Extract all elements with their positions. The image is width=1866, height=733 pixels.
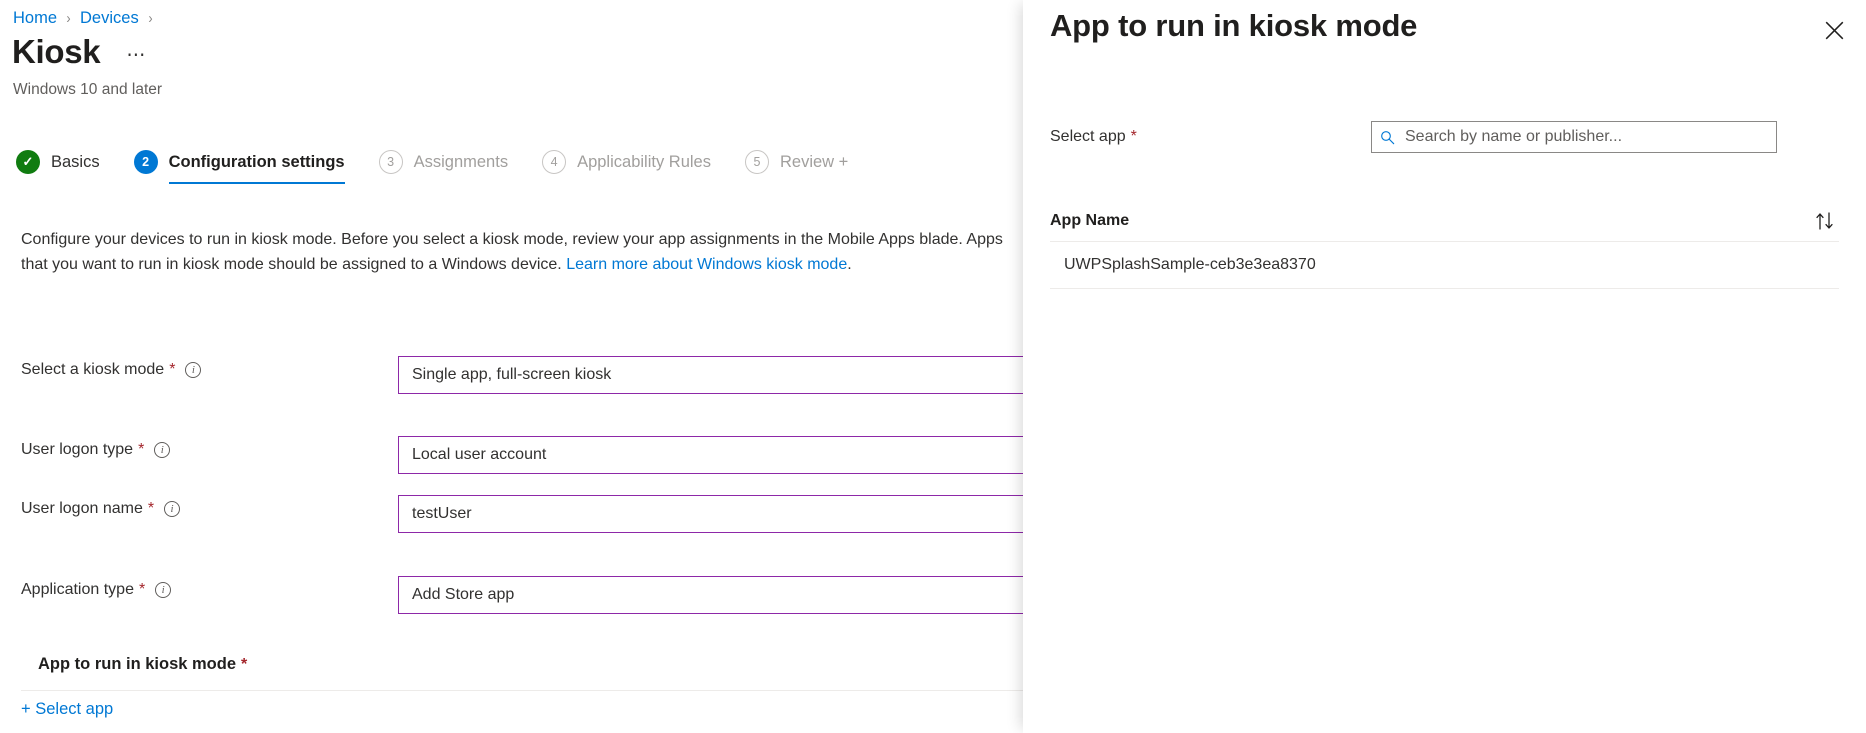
- breadcrumb: Home › Devices ›: [13, 9, 162, 28]
- field-label-text: User logon name: [21, 500, 143, 518]
- field-label-text: Application type: [21, 581, 134, 599]
- app-grid-header: App Name: [1050, 200, 1839, 242]
- section-heading-app-to-run: App to run in kiosk mode *: [38, 655, 247, 674]
- field-row-user-logon-name: User logon name * i testUser: [0, 495, 1023, 523]
- required-marker: *: [138, 441, 144, 459]
- page-title-row: Kiosk ⋯: [12, 33, 147, 71]
- required-marker: *: [1131, 128, 1137, 146]
- blade-description: Configure your devices to run in kiosk m…: [21, 227, 1023, 277]
- sort-ascending-descending-icon[interactable]: [1815, 211, 1839, 231]
- breadcrumb-separator-icon: ›: [148, 10, 152, 27]
- field-label-user-logon-type: User logon type * i: [21, 441, 170, 459]
- section-divider: [21, 690, 1023, 691]
- info-icon[interactable]: i: [154, 442, 170, 458]
- search-icon: [1380, 130, 1395, 145]
- app-to-run-in-kiosk-mode-panel: App to run in kiosk mode Select app * Ap…: [1023, 0, 1866, 733]
- page-title: Kiosk: [12, 33, 100, 71]
- required-marker: *: [139, 581, 145, 599]
- wizard-step-review-and-create[interactable]: 5 Review +: [745, 142, 848, 184]
- wizard-step-label: Configuration settings: [169, 153, 345, 172]
- description-text-end: .: [847, 256, 851, 273]
- panel-title: App to run in kiosk mode: [1050, 8, 1417, 44]
- step-number-badge: 4: [542, 150, 566, 174]
- select-app-label-text: Select app: [1050, 128, 1126, 146]
- breadcrumb-separator-icon: ›: [66, 10, 70, 27]
- check-icon: ✓: [16, 150, 40, 174]
- field-label-user-logon-name: User logon name * i: [21, 500, 180, 518]
- select-app-label: Select app *: [1050, 128, 1137, 146]
- kiosk-mode-dropdown[interactable]: Single app, full-screen kiosk: [398, 356, 1023, 394]
- field-label-text: Select a kiosk mode: [21, 361, 164, 379]
- field-row-user-logon-type: User logon type * i Local user account: [0, 436, 1023, 464]
- cell-app-name: UWPSplashSample-ceb3e3ea8370: [1050, 256, 1316, 274]
- required-marker: *: [148, 500, 154, 518]
- wizard-step-applicability-rules[interactable]: 4 Applicability Rules: [542, 142, 711, 184]
- info-icon[interactable]: i: [185, 362, 201, 378]
- wizard-step-label: Basics: [51, 153, 100, 172]
- field-label-kiosk-mode: Select a kiosk mode * i: [21, 361, 201, 379]
- required-marker: *: [241, 656, 247, 674]
- field-label-text: User logon type: [21, 441, 133, 459]
- column-header-app-name[interactable]: App Name: [1050, 212, 1129, 230]
- user-logon-name-input[interactable]: testUser: [398, 495, 1023, 533]
- more-options-icon[interactable]: ⋯: [126, 50, 147, 62]
- field-label-application-type: Application type * i: [21, 581, 171, 599]
- wizard-step-assignments[interactable]: 3 Assignments: [379, 142, 508, 184]
- info-icon[interactable]: i: [164, 501, 180, 517]
- kiosk-configuration-blade: Home › Devices › Kiosk ⋯ Windows 10 and …: [0, 0, 1023, 733]
- table-row[interactable]: UWPSplashSample-ceb3e3ea8370: [1050, 242, 1839, 289]
- description-text: Configure your devices to run in kiosk m…: [21, 231, 1003, 273]
- required-marker: *: [169, 361, 175, 379]
- wizard-step-label: Assignments: [414, 153, 508, 172]
- close-icon[interactable]: [1812, 8, 1856, 52]
- field-row-application-type: Application type * i Add Store app: [0, 576, 1023, 604]
- info-icon[interactable]: i: [155, 582, 171, 598]
- wizard-step-label: Review +: [780, 153, 848, 172]
- app-search-box[interactable]: [1371, 121, 1777, 153]
- step-number-badge: 3: [379, 150, 403, 174]
- user-logon-type-dropdown[interactable]: Local user account: [398, 436, 1023, 474]
- breadcrumb-item-home[interactable]: Home: [13, 9, 57, 28]
- page-subtitle: Windows 10 and later: [13, 81, 162, 99]
- wizard-step-configuration-settings[interactable]: 2 Configuration settings: [134, 142, 345, 184]
- step-number-badge: 2: [134, 150, 158, 174]
- breadcrumb-item-devices[interactable]: Devices: [80, 9, 139, 28]
- wizard-step-basics[interactable]: ✓ Basics: [16, 142, 100, 184]
- step-number-badge: 5: [745, 150, 769, 174]
- field-row-kiosk-mode: Select a kiosk mode * i Single app, full…: [0, 356, 1023, 384]
- section-heading-text: App to run in kiosk mode: [38, 655, 236, 674]
- app-root: Home › Devices › Kiosk ⋯ Windows 10 and …: [0, 0, 1866, 733]
- wizard-step-label: Applicability Rules: [577, 153, 711, 172]
- select-app-link[interactable]: + Select app: [21, 700, 113, 719]
- application-type-dropdown[interactable]: Add Store app: [398, 576, 1023, 614]
- learn-more-link[interactable]: Learn more about Windows kiosk mode: [566, 256, 847, 273]
- wizard-steps: ✓ Basics 2 Configuration settings 3 Assi…: [16, 142, 882, 184]
- search-input[interactable]: [1403, 127, 1768, 147]
